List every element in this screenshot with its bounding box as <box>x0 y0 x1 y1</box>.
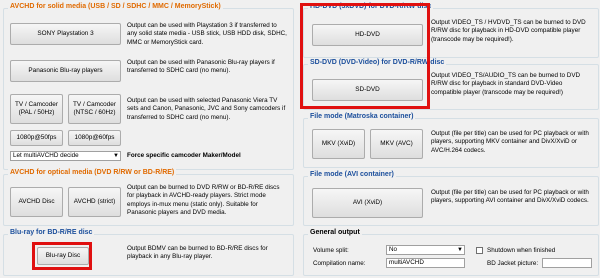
panasonic-description: Output can be used with Panasonic Blu-ra… <box>127 59 275 75</box>
ps3-description: Output can be used with Playstation 3 if… <box>127 22 287 46</box>
compilation-name-input[interactable]: multiAVCHD <box>386 258 465 268</box>
solid-media-title: AVCHD for solid media (USB / SD / SDHC /… <box>8 3 223 10</box>
volume-split-label: Volume split: <box>313 247 349 254</box>
force-camcoder-label: Force specific camcoder Maker/Model <box>127 152 241 159</box>
general-output-group: General output Volume split: No ▼ Shutdo… <box>303 229 599 276</box>
avchd-strict-button[interactable]: AVCHD (strict) <box>68 187 121 217</box>
volume-split-select[interactable]: No ▼ <box>386 245 465 255</box>
panasonic-bluray-button[interactable]: Panasonic Blu-ray players <box>10 60 121 82</box>
optical-media-title: AVCHD for optical media (DVD R/RW or BD-… <box>8 169 177 176</box>
mkv-description: Output (file per title) can be used for … <box>431 130 589 154</box>
sddvd-description: Output VIDEO_TS/AUDIO_TS can be burned t… <box>431 72 581 96</box>
bluray-title: Blu-ray for BD-R/RE disc <box>8 229 95 236</box>
tv-description: Output can be used with selected Panason… <box>127 97 286 121</box>
avi-title: File mode (AVI container) <box>308 171 396 178</box>
bluray-highlight <box>32 242 92 270</box>
bd-jacket-input[interactable] <box>542 258 592 268</box>
chevron-down-icon: ▼ <box>113 153 119 159</box>
bd-jacket-label: BD Jacket picture: <box>487 260 539 267</box>
p50-button[interactable]: 1080p@50fps <box>10 130 63 146</box>
mkv-avc-button[interactable]: MKV (AVC) <box>370 129 423 159</box>
tv-ntsc-button[interactable]: TV / Camcoder (NTSC / 60Hz) <box>68 94 121 124</box>
mkv-xvid-button[interactable]: MKV (XviD) <box>312 129 365 159</box>
avi-description: Output (file per title) can be used for … <box>431 189 589 205</box>
avi-xvid-button[interactable]: AVI (XviD) <box>312 188 423 218</box>
hddvd-description: Output VIDEO_TS / HVDVD_TS can be burned… <box>431 19 586 43</box>
dvd-highlight <box>300 3 430 109</box>
avi-group: File mode (AVI container) AVI (XviD) Out… <box>303 171 599 226</box>
p60-button[interactable]: 1080p@60fps <box>68 130 121 146</box>
bluray-description: Output BDMV can be burned to BD-R/RE dis… <box>127 245 268 261</box>
optical-description: Output can be burned to DVD R/RW or BD-R… <box>127 184 280 216</box>
camcoder-decide-select[interactable]: Let multiAVCHD decide ▼ <box>10 151 121 161</box>
camcoder-decide-value: Let multiAVCHD decide <box>13 152 79 159</box>
optical-media-group: AVCHD for optical media (DVD R/RW or BD-… <box>3 169 294 226</box>
general-output-title: General output <box>308 229 362 236</box>
volume-split-value: No <box>389 246 398 253</box>
compilation-name-label: Compilation name: <box>313 260 366 267</box>
mkv-group: File mode (Matroska container) MKV (XviD… <box>303 113 599 168</box>
shutdown-label: Shutdown when finished <box>487 247 556 254</box>
tv-pal-button[interactable]: TV / Camcoder (PAL / 50Hz) <box>10 94 63 124</box>
chevron-down-icon: ▼ <box>457 247 463 253</box>
avchd-disc-button[interactable]: AVCHD Disc <box>10 187 63 217</box>
mkv-title: File mode (Matroska container) <box>308 113 416 120</box>
solid-media-group: AVCHD for solid media (USB / SD / SDHC /… <box>3 3 294 170</box>
shutdown-checkbox[interactable] <box>476 247 483 254</box>
ps3-button[interactable]: SONY Playstation 3 <box>10 23 121 45</box>
